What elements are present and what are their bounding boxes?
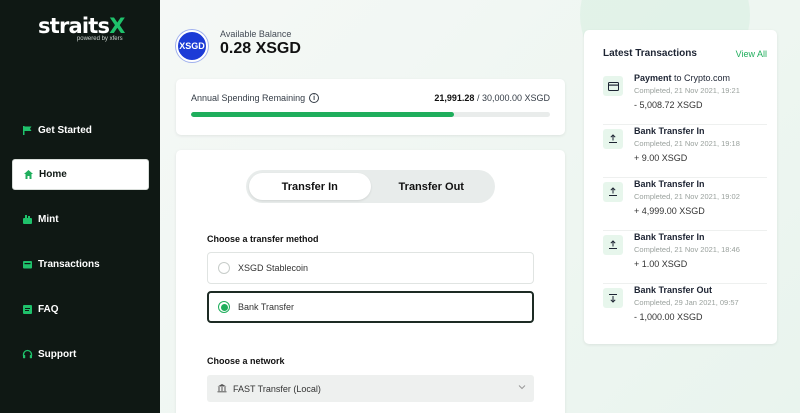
transaction-row[interactable]: Bank Transfer Out Completed, 29 Jan 2021…: [603, 285, 767, 337]
spending-amount: 21,991.28 / 30,000.00 XSGD: [434, 93, 550, 103]
transaction-amount: - 5,008.72 XSGD: [634, 100, 703, 110]
flag-icon: [22, 125, 33, 136]
sidebar-item-mint[interactable]: Mint: [12, 204, 149, 235]
main-content: XSGD Available Balance 0.28 XSGD Annual …: [160, 0, 800, 413]
transfer-method-heading: Choose a transfer method: [207, 234, 319, 244]
sidebar: straitsX powered by xfers Get Started Ho…: [0, 0, 160, 413]
method-option-bank-transfer[interactable]: Bank Transfer: [207, 291, 534, 323]
spending-remaining: 21,991.28: [434, 93, 475, 103]
tab-transfer-in[interactable]: Transfer In: [249, 173, 371, 200]
transaction-amount: + 1.00 XSGD: [634, 259, 688, 269]
method-label: Bank Transfer: [238, 302, 295, 312]
brand-x: X: [109, 14, 125, 38]
sidebar-item-label: FAQ: [38, 304, 59, 315]
xsgd-token-icon: XSGD: [176, 30, 208, 62]
transaction-type: Bank Transfer Out: [634, 285, 713, 295]
balance-label: Available Balance: [220, 29, 292, 39]
radio-selected[interactable]: [218, 301, 230, 313]
transaction-name: Bank Transfer In: [634, 126, 705, 136]
transfer-card: Transfer In Transfer Out Choose a transf…: [176, 150, 565, 413]
transaction-name: Payment to Crypto.com: [634, 73, 730, 83]
transaction-date: Completed, 21 Nov 2021, 18:46: [634, 245, 740, 254]
sidebar-item-label: Mint: [38, 214, 59, 225]
spending-label: Annual Spending Remaining: [191, 93, 306, 103]
chevron-down-icon: [518, 383, 526, 392]
latest-transactions-title: Latest Transactions: [603, 48, 697, 59]
spending-progress-bar: [191, 112, 550, 117]
transaction-amount: + 9.00 XSGD: [634, 153, 688, 163]
arrow-up-icon: [603, 182, 623, 202]
spending-label-row: Annual Spending Remaining i: [191, 93, 320, 103]
transaction-type: Payment: [634, 73, 672, 83]
brand-name: straits: [38, 14, 110, 38]
transaction-date: Completed, 21 Nov 2021, 19:02: [634, 192, 740, 201]
transaction-date: Completed, 29 Jan 2021, 09:57: [634, 298, 739, 307]
bank-icon: [217, 383, 227, 395]
transaction-date: Completed, 21 Nov 2021, 19:18: [634, 139, 740, 148]
transaction-type: Bank Transfer In: [634, 232, 705, 242]
sidebar-item-label: Get Started: [38, 125, 92, 136]
spending-card: Annual Spending Remaining i 21,991.28 / …: [176, 79, 565, 135]
method-label: XSGD Stablecoin: [238, 263, 309, 273]
transaction-counterparty: to Crypto.com: [671, 73, 731, 83]
card-icon: [603, 76, 623, 96]
transaction-date: Completed, 21 Nov 2021, 19:21: [634, 86, 740, 95]
transaction-amount: - 1,000.00 XSGD: [634, 312, 703, 322]
faq-icon: [22, 304, 33, 315]
wallet-icon: [22, 259, 33, 270]
arrow-up-icon: [603, 235, 623, 255]
network-select-value: FAST Transfer (Local): [233, 383, 321, 394]
arrow-down-icon: [603, 288, 623, 308]
balance-value: 0.28 XSGD: [220, 40, 301, 57]
info-icon[interactable]: i: [309, 93, 320, 103]
sidebar-item-transactions[interactable]: Transactions: [12, 249, 149, 280]
transaction-type: Bank Transfer In: [634, 126, 705, 136]
headset-icon: [22, 349, 33, 360]
tab-transfer-out[interactable]: Transfer Out: [371, 173, 493, 200]
view-all-link[interactable]: View All: [736, 49, 767, 59]
sidebar-item-support[interactable]: Support: [12, 339, 149, 370]
method-option-xsgd-stablecoin[interactable]: XSGD Stablecoin: [207, 252, 534, 284]
sidebar-item-faq[interactable]: FAQ: [12, 294, 149, 325]
spending-total: / 30,000.00 XSGD: [476, 93, 550, 103]
transaction-row[interactable]: Bank Transfer In Completed, 21 Nov 2021,…: [603, 126, 767, 178]
sidebar-item-label: Transactions: [38, 259, 100, 270]
transaction-type: Bank Transfer In: [634, 179, 705, 189]
latest-transactions-panel: Latest Transactions View All Payment to …: [584, 30, 777, 344]
transaction-row[interactable]: Bank Transfer In Completed, 21 Nov 2021,…: [603, 179, 767, 231]
home-icon: [23, 169, 34, 180]
sidebar-item-label: Home: [39, 169, 67, 180]
sidebar-item-label: Support: [38, 349, 77, 360]
transaction-amount: + 4,999.00 XSGD: [634, 206, 705, 216]
mint-icon: [22, 214, 33, 225]
network-select[interactable]: FAST Transfer (Local): [207, 375, 534, 402]
transaction-name: Bank Transfer In: [634, 232, 705, 242]
network-heading: Choose a network: [207, 356, 285, 366]
brand-logo[interactable]: straitsX powered by xfers: [38, 14, 125, 42]
transaction-name: Bank Transfer In: [634, 179, 705, 189]
arrow-up-icon: [603, 129, 623, 149]
radio-unselected[interactable]: [218, 262, 230, 274]
transaction-row[interactable]: Payment to Crypto.com Completed, 21 Nov …: [603, 73, 767, 125]
transfer-toggle: Transfer In Transfer Out: [246, 170, 495, 203]
sidebar-item-home[interactable]: Home: [12, 159, 149, 190]
transaction-name: Bank Transfer Out: [634, 285, 712, 295]
spending-progress-fill: [191, 112, 455, 117]
transaction-row[interactable]: Bank Transfer In Completed, 21 Nov 2021,…: [603, 232, 767, 284]
sidebar-item-get-started[interactable]: Get Started: [12, 115, 149, 146]
